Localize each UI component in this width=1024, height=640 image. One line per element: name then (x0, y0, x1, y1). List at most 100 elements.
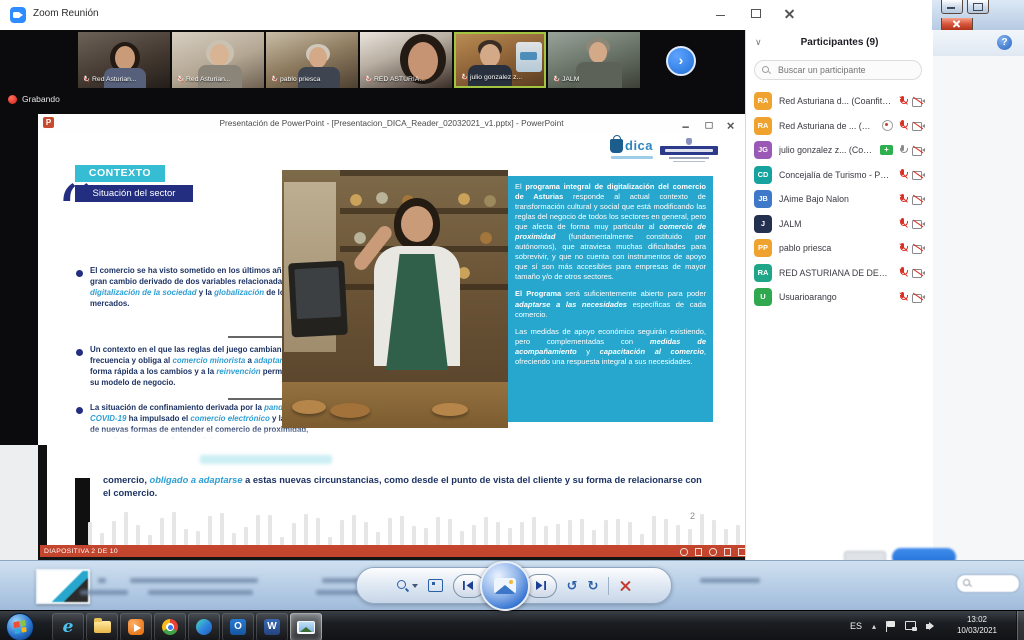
search-input[interactable] (776, 64, 910, 76)
dica-tagline (611, 156, 653, 159)
mic-muted-icon (82, 76, 88, 84)
participant-row[interactable]: U Usuarioarango (754, 288, 925, 306)
participant-name: Concejalía de Turismo - Pravia (779, 170, 891, 180)
slide-canvas: dica CONTEXTO Situación del sector “ El … (38, 132, 745, 445)
mic-muted-icon[interactable] (898, 120, 907, 131)
participant-row[interactable]: JG julio gonzalez z... (Coanfitrión) (754, 141, 925, 159)
mic-muted-icon (176, 76, 182, 84)
minimize-icon[interactable] (713, 6, 729, 20)
explorer-search-box[interactable] (956, 574, 1020, 593)
photo-viewer-icon (297, 621, 315, 634)
participant-row[interactable]: JB JAime Bajo Nalon (754, 190, 925, 208)
screen: Zoom Reunión ? Red Asturian... (0, 0, 1024, 640)
participant-name: julio gonzalez z... (Coanfitrión) (779, 145, 873, 155)
mic-muted-icon[interactable] (898, 169, 907, 180)
search-icon (762, 66, 771, 75)
camera-off-icon[interactable] (912, 219, 925, 228)
camera-off-icon[interactable] (912, 293, 925, 302)
bg-restore-button[interactable] (967, 0, 989, 14)
avatar: U (754, 288, 772, 306)
dica-logo-text: dica (625, 138, 653, 153)
language-indicator[interactable]: ES (850, 621, 862, 631)
powerpoint-status-bar: DIAPOSITIVA 2 DE 10 (40, 545, 791, 557)
maximize-icon[interactable] (748, 6, 764, 20)
close-icon[interactable] (782, 6, 798, 20)
camera-off-icon[interactable] (912, 121, 925, 130)
notes-icon[interactable] (680, 548, 688, 556)
mic-on-icon[interactable] (898, 145, 907, 156)
taskbar-mediaplayer-button[interactable] (120, 613, 152, 640)
gobierno-bar (660, 146, 718, 155)
play-slideshow-button[interactable] (480, 561, 530, 611)
volume-icon[interactable] (926, 621, 938, 632)
video-tile[interactable]: pablo priesca (266, 32, 358, 88)
restore-icon[interactable] (703, 120, 715, 130)
participant-name: pablo priesca (779, 243, 891, 253)
camera-off-icon[interactable] (912, 146, 925, 155)
mic-muted-icon[interactable] (898, 96, 907, 107)
participant-row[interactable]: CD Concejalía de Turismo - Pravia (754, 166, 925, 184)
taskbar-photoviewer-button[interactable] (290, 613, 322, 640)
powerpoint-titlebar[interactable]: P Presentación de PowerPoint - [Presenta… (38, 114, 745, 133)
video-tile[interactable]: Red Asturian... (172, 32, 264, 88)
video-tile[interactable]: JALM (548, 32, 640, 88)
taskbar-explorer-button[interactable] (86, 613, 118, 640)
video-tile-active-speaker[interactable]: julio gonzalez z... (454, 32, 546, 88)
help-icon[interactable]: ? (997, 35, 1012, 50)
delete-icon[interactable] (619, 579, 632, 592)
photo-viewer-bottom-bar: ↺ ↻ (0, 560, 1024, 611)
mic-muted-icon[interactable] (898, 218, 907, 229)
taskbar-outlook-button[interactable]: O (222, 613, 254, 640)
participant-row[interactable]: RA Red Asturiana d... (Coanfitrión, yo) (754, 92, 925, 110)
video-tile-name: Red Asturian... (92, 76, 137, 83)
chrome-icon (162, 619, 178, 635)
fit-to-window-icon[interactable] (428, 579, 443, 592)
participant-search[interactable] (754, 60, 922, 80)
participant-row[interactable]: PP pablo priesca (754, 239, 925, 257)
comments-icon[interactable] (695, 548, 703, 556)
recording-indicator: Grabando (8, 94, 60, 104)
rotate-ccw-icon[interactable]: ↺ (567, 579, 578, 592)
clock[interactable]: 13:02 10/03/2021 (946, 615, 1008, 637)
zoom-dropdown[interactable] (396, 579, 418, 592)
tray-expand-icon[interactable]: ▴ (872, 622, 876, 631)
menu-icon[interactable] (709, 548, 717, 556)
camera-off-icon[interactable] (912, 244, 925, 253)
cash-register (288, 261, 348, 338)
network-icon[interactable] (905, 621, 917, 631)
camera-off-icon[interactable] (912, 170, 925, 179)
magnifier-icon (396, 579, 409, 592)
taskbar-edge-button[interactable] (188, 613, 220, 640)
participant-name: Red Asturiana d... (Coanfitrión, yo) (779, 96, 891, 106)
crest-icon (686, 138, 692, 145)
slide-notes-continuation: comercio, obligado a adaptarse a estas n… (103, 474, 703, 501)
mic-muted-icon[interactable] (898, 292, 907, 303)
participant-row[interactable]: J JALM (754, 215, 925, 233)
participant-row[interactable]: RA Red Asturiana de ... (Anfitrión) (754, 117, 925, 135)
dica-banner (516, 42, 542, 72)
next-videos-arrow-button[interactable]: › (666, 46, 696, 76)
taskbar-word-button[interactable]: W (256, 613, 288, 640)
taskbar-ie-button[interactable]: e (52, 613, 84, 640)
bg-minimize-button[interactable] (941, 0, 963, 14)
mic-muted-icon[interactable] (898, 194, 907, 205)
start-button[interactable] (6, 613, 34, 640)
close-icon[interactable] (725, 120, 737, 130)
camera-off-icon[interactable] (912, 268, 925, 277)
recording-label: Grabando (22, 94, 60, 104)
mic-muted-icon (364, 76, 370, 84)
action-center-flag-icon[interactable] (886, 621, 896, 632)
rotate-cw-icon[interactable]: ↻ (588, 579, 599, 592)
show-desktop-button[interactable] (1016, 611, 1024, 640)
camera-off-icon[interactable] (912, 195, 925, 204)
video-tile[interactable]: Red Asturian... (78, 32, 170, 88)
video-tile[interactable]: RED ASTURIA... (360, 32, 452, 88)
mic-muted-icon[interactable] (898, 243, 907, 254)
minimize-icon[interactable] (680, 120, 692, 130)
taskbar-chrome-button[interactable] (154, 613, 186, 640)
camera-off-icon[interactable] (912, 97, 925, 106)
participant-row[interactable]: RA RED ASTURIANA DE DESARROLL... (754, 264, 925, 282)
mic-muted-icon[interactable] (898, 267, 907, 278)
powerpoint-window-title: Presentación de PowerPoint - [Presentaci… (38, 118, 745, 128)
normal-view-icon[interactable] (724, 548, 732, 556)
